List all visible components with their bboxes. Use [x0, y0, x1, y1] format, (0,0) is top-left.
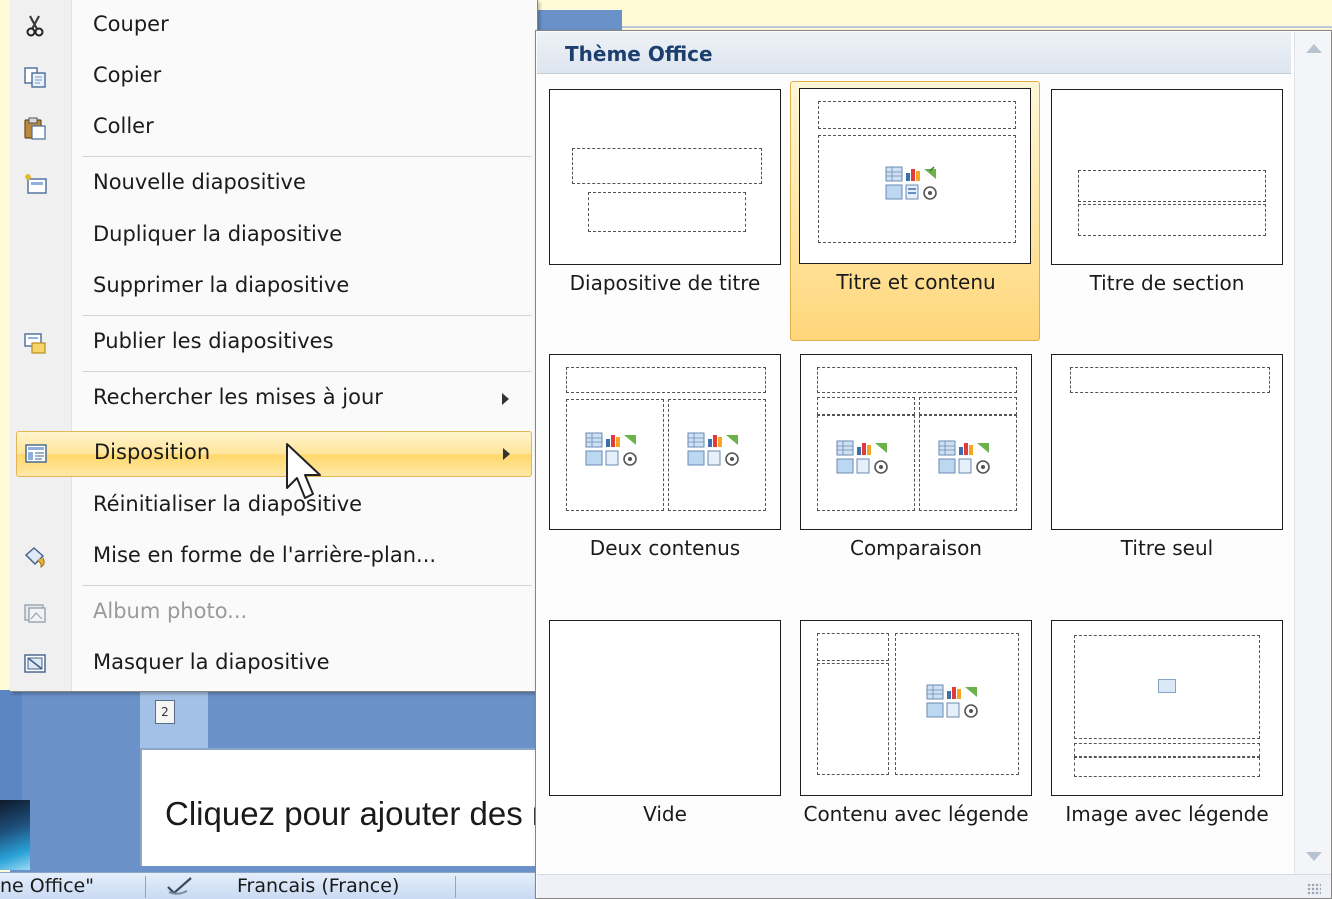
content-placeholder-icon: [937, 439, 997, 477]
layout-label: Image avec légende: [1065, 802, 1269, 826]
format-background-icon: [24, 547, 45, 569]
menu-separator: [82, 156, 532, 157]
content-placeholder-icon: [884, 165, 944, 203]
notes-placeholder[interactable]: Cliquez pour ajouter des notes: [165, 795, 537, 833]
mouse-cursor-icon: [286, 443, 321, 499]
scroll-down-icon[interactable]: [1306, 852, 1322, 861]
content-placeholder-icon: [925, 683, 985, 721]
menu-item-photo-album: Album photo...: [10, 591, 538, 637]
menu-item-label: Couper: [93, 12, 169, 36]
menu-item-duplicate-slide[interactable]: Dupliquer la diapositive: [10, 214, 538, 260]
layout-thumbnail: [1051, 89, 1283, 265]
menu-item-label: Copier: [93, 63, 162, 87]
menu-item-delete-slide[interactable]: Supprimer la diapositive: [10, 265, 538, 311]
layout-thumbnail: [800, 354, 1032, 530]
layout-thumbnail: [1051, 620, 1283, 796]
layout-thumbnail: [549, 89, 781, 265]
content-placeholder-icon: [584, 431, 644, 469]
layout-content-with-caption[interactable]: Contenu avec légende: [791, 613, 1041, 873]
layout-thumbnail: [800, 620, 1032, 796]
menu-separator: [82, 585, 532, 586]
content-placeholder-icon: [686, 431, 746, 469]
submenu-arrow-icon: [503, 448, 510, 460]
paste-icon: [24, 117, 46, 140]
layout-thumbnail: [799, 88, 1031, 264]
photo-album-icon: [24, 604, 46, 623]
menu-item-hide-slide[interactable]: Masquer la diapositive: [10, 642, 538, 688]
status-language[interactable]: Francais (France): [237, 875, 399, 897]
spellcheck-icon[interactable]: [165, 875, 195, 897]
menu-item-new-slide[interactable]: Nouvelle diapositive: [10, 162, 538, 208]
layout-title-slide[interactable]: Diapositive de titre: [540, 82, 790, 342]
gallery-resize-bar[interactable]: [537, 874, 1331, 898]
hide-slide-icon: [24, 654, 46, 673]
layout-label: Deux contenus: [589, 536, 741, 560]
layout-comparison[interactable]: Comparaison: [791, 347, 1041, 607]
menu-item-label: Album photo...: [93, 599, 248, 623]
gallery-header: Thème Office: [537, 32, 1291, 74]
layout-picture-with-caption[interactable]: Image avec légende: [1042, 613, 1292, 873]
layout-section-header[interactable]: Titre de section: [1042, 82, 1292, 342]
context-menu: Couper Copier Coller Nouvelle diapositiv…: [10, 0, 538, 692]
status-bar: ne Office" Francais (France): [0, 872, 540, 899]
menu-item-label: Rechercher les mises à jour: [93, 385, 383, 409]
layout-label: Titre et contenu: [836, 270, 996, 294]
menu-item-layout[interactable]: Disposition: [16, 431, 532, 477]
background-logo: [0, 800, 30, 870]
layout-thumbnail: [549, 354, 781, 530]
status-theme: ne Office": [0, 875, 94, 897]
menu-separator: [82, 315, 532, 316]
menu-item-copy[interactable]: Copier: [10, 55, 538, 101]
gallery-scrollbar[interactable]: [1294, 32, 1331, 874]
menu-item-label: Dupliquer la diapositive: [93, 222, 343, 246]
publish-slides-icon: [24, 333, 46, 354]
layout-icon: [25, 444, 47, 463]
menu-item-check-updates[interactable]: Rechercher les mises à jour: [10, 377, 538, 423]
content-placeholder-icon: [835, 439, 895, 477]
menu-item-reset-slide[interactable]: Réinitialiser la diapositive: [10, 484, 538, 530]
new-slide-icon: [25, 174, 47, 194]
gallery-title: Thème Office: [565, 42, 713, 66]
menu-item-format-background[interactable]: Mise en forme de l'arrière-plan...: [10, 535, 538, 581]
layout-two-content[interactable]: Deux contenus: [540, 347, 790, 607]
menu-item-label: Nouvelle diapositive: [93, 170, 306, 194]
menu-separator: [82, 371, 532, 372]
layout-label: Vide: [643, 802, 687, 826]
picture-placeholder-icon: [1158, 679, 1176, 693]
scroll-up-icon[interactable]: [1306, 44, 1322, 53]
menu-item-publish-slides[interactable]: Publier les diapositives: [10, 321, 538, 367]
layout-label: Titre seul: [1120, 536, 1214, 560]
status-separator: [455, 876, 456, 898]
layout-label: Contenu avec légende: [803, 802, 1029, 826]
layout-title-and-content[interactable]: Titre et contenu: [790, 81, 1040, 341]
slide-number: 2: [155, 700, 175, 724]
menu-item-cut[interactable]: Couper: [10, 4, 538, 50]
layout-thumbnail: [1051, 354, 1283, 530]
layout-blank[interactable]: Vide: [540, 613, 790, 873]
menu-item-label: Mise en forme de l'arrière-plan...: [93, 543, 437, 567]
layout-label: Diapositive de titre: [569, 271, 761, 295]
submenu-arrow-icon: [502, 393, 509, 405]
menu-item-paste[interactable]: Coller: [10, 106, 538, 152]
layout-thumbnail: [549, 620, 781, 796]
scissors-icon: [26, 15, 44, 37]
menu-item-label: Disposition: [94, 440, 211, 464]
status-separator: [145, 876, 146, 898]
menu-item-label: Supprimer la diapositive: [93, 273, 350, 297]
layout-label: Titre de section: [1089, 271, 1245, 295]
menu-item-label: Coller: [93, 114, 154, 138]
layout-title-only[interactable]: Titre seul: [1042, 347, 1292, 607]
menu-item-label: Publier les diapositives: [93, 329, 334, 353]
menu-item-label: Masquer la diapositive: [93, 650, 330, 674]
copy-icon: [24, 67, 46, 88]
app-divider: [622, 26, 1332, 28]
resize-grip-icon[interactable]: [1307, 883, 1321, 895]
layout-gallery: Thème Office Diapositive de titre Titre …: [535, 30, 1332, 899]
layout-label: Comparaison: [849, 536, 982, 560]
